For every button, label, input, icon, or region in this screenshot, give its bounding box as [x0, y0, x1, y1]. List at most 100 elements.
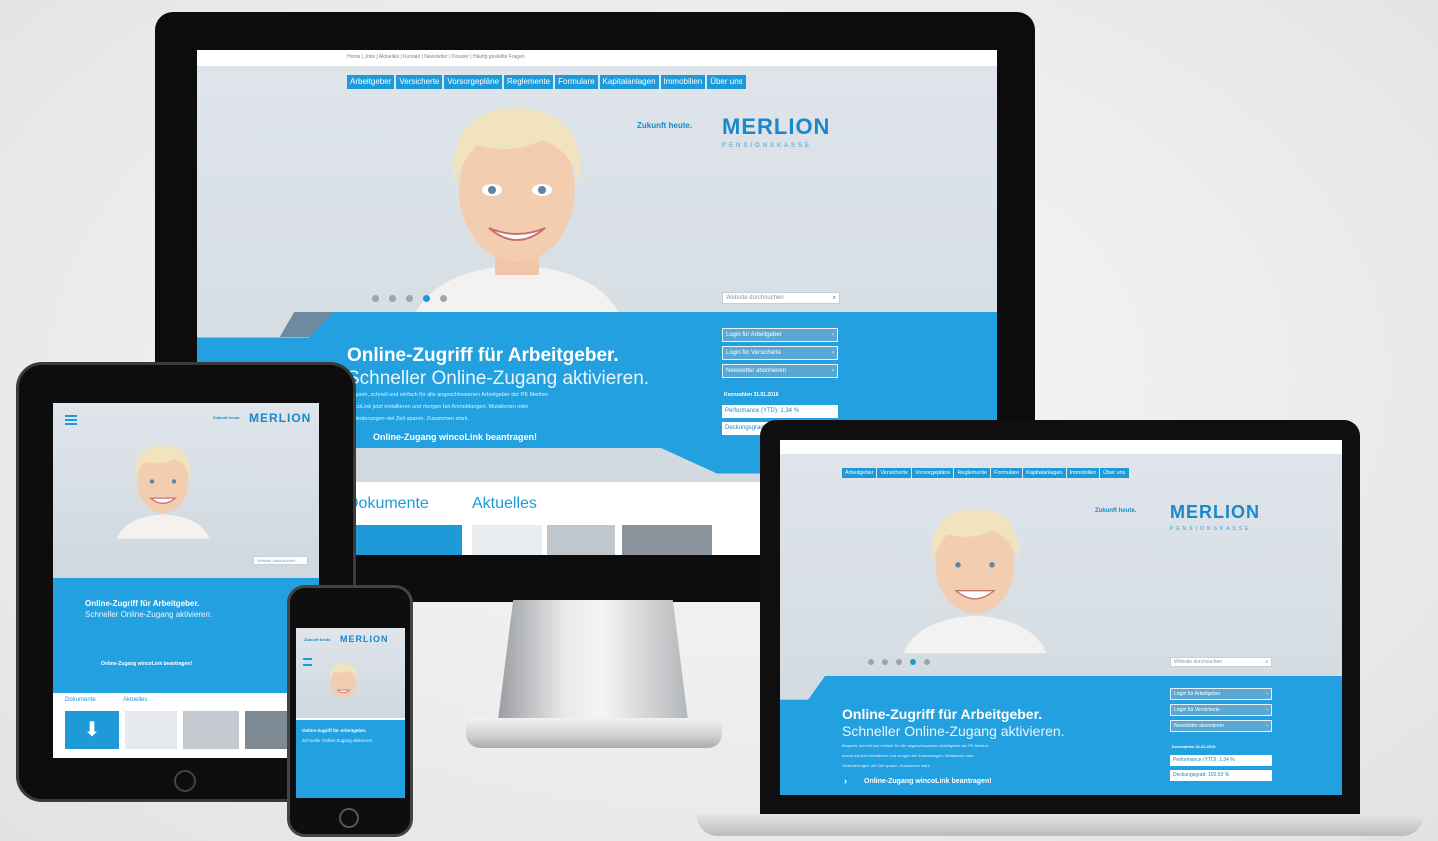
utility-link[interactable]: Häufig gestellte Fragen — [473, 54, 525, 60]
phone-website: Zukunft heute. MERLION Online-Zugriff fü… — [296, 628, 405, 798]
tab-dokumente[interactable]: Dokumente — [347, 495, 429, 513]
logo[interactable]: MERLION — [340, 634, 389, 644]
slider-dot[interactable] — [868, 659, 874, 665]
nav-item-versicherte[interactable]: Versicherte — [396, 75, 443, 89]
slider-dot[interactable] — [389, 295, 396, 302]
slider-dot[interactable] — [406, 295, 413, 302]
phone-home-button — [339, 808, 359, 828]
body-line: wincoLink jetzt installieren und morgen … — [347, 404, 529, 410]
news-tile[interactable] — [183, 711, 239, 749]
hero-portrait — [329, 663, 358, 698]
nav-item-formulare[interactable]: Formulare — [991, 468, 1023, 478]
search-placeholder: Website durchsuchen — [726, 295, 784, 301]
tablet-website: Zukunft heute. MERLION Website durchsuch… — [53, 403, 319, 758]
slogan: Zukunft heute. — [1095, 508, 1137, 514]
news-tile[interactable] — [125, 711, 177, 749]
nav-item-ueber-uns[interactable]: Über uns — [707, 75, 746, 89]
utility-link[interactable]: Dossier — [452, 54, 469, 60]
utility-link[interactable]: Aktuelles — [379, 54, 399, 60]
search-input[interactable]: Website durchsuchen ⌕ — [1170, 657, 1272, 667]
button-label: Newsletter abonnieren — [1174, 723, 1225, 729]
logo[interactable]: MERLION — [249, 411, 311, 425]
body-line: Veränderungen viel Zeit sparen. Zusammen… — [842, 763, 931, 768]
hamburger-menu-icon[interactable] — [303, 658, 312, 666]
nav-item-vorsorgeplaene[interactable]: Vorsorgepläne — [444, 75, 502, 89]
nav-item-immobilien[interactable]: Immobilien — [1066, 468, 1100, 478]
button-label: Login für Versicherte — [726, 350, 782, 356]
stat-performance: Performance (YTD): 1.34 % — [1170, 755, 1272, 766]
nav-item-ueber-uns[interactable]: Über uns — [1100, 468, 1129, 478]
subheadline: Schneller Online-Zugang aktivieren. — [85, 610, 213, 619]
cta-link[interactable]: Online-Zugang wincoLink beantragen! — [864, 778, 992, 785]
headline: Online-Zugriff für Arbeitgeber. — [842, 706, 1043, 722]
utility-link[interactable]: Jobs — [364, 54, 375, 60]
cta-link[interactable]: Online-Zugang wincoLink beantragen! — [101, 661, 192, 667]
news-tile[interactable] — [622, 525, 712, 555]
download-tile[interactable]: ⬇ — [65, 711, 119, 749]
nav-item-kapitalanlagen[interactable]: Kapitalanlagen — [1023, 468, 1066, 478]
slider-dot[interactable] — [896, 659, 902, 665]
nav-item-immobilien[interactable]: Immobilien — [660, 75, 706, 89]
subheadline: Schneller Online-Zugang aktivieren. — [842, 723, 1065, 739]
utility-link[interactable]: Home — [347, 54, 360, 60]
chevron-right-icon: › — [832, 350, 834, 356]
newsletter-button[interactable]: Newsletter abonnieren › — [1170, 720, 1272, 732]
stat-performance: Performance (YTD): 1.34 % — [722, 405, 838, 418]
search-input[interactable]: Website durchsuchen ⌕ — [722, 292, 840, 304]
search-input[interactable]: Website durchsuchen — [253, 556, 308, 565]
stats-date: Kennzahlen 31.01.2016 — [1172, 744, 1216, 749]
utility-link[interactable]: Kontakt — [403, 54, 420, 60]
info-band — [53, 578, 319, 693]
news-tile[interactable] — [472, 525, 542, 555]
tab-dokumente[interactable]: Dokumente — [65, 697, 96, 703]
slider-dot[interactable] — [924, 659, 930, 665]
document-tile[interactable] — [347, 525, 462, 555]
slider-dot[interactable] — [440, 295, 447, 302]
slider-dot-active[interactable] — [910, 659, 916, 665]
body-line: wincoLink jetzt installieren und morgen … — [842, 753, 974, 758]
button-label: Login für Arbeitgeber — [726, 332, 782, 338]
slogan: Zukunft heute. — [304, 637, 332, 642]
slider-dot-active[interactable] — [423, 295, 430, 302]
slider-dot[interactable] — [882, 659, 888, 665]
utility-nav: Home | Jobs | Aktuelles | Kontakt | News… — [347, 54, 525, 60]
nav-item-reglemente[interactable]: Reglemente — [503, 75, 554, 89]
monitor-stand-base — [466, 718, 722, 748]
nav-item-arbeitgeber[interactable]: Arbeitgeber — [347, 75, 395, 89]
nav-item-kapitalanlagen[interactable]: Kapitalanlagen — [599, 75, 659, 89]
news-tile[interactable] — [547, 525, 615, 555]
monitor-stand-neck — [498, 600, 688, 720]
logo[interactable]: MERLION — [722, 114, 830, 140]
cta-link[interactable]: Online-Zugang wincoLink beantragen! — [373, 432, 537, 442]
login-versicherte-button[interactable]: Login für Versicherte › — [722, 346, 838, 360]
hamburger-menu-icon[interactable] — [65, 415, 77, 425]
search-icon[interactable]: ⌕ — [833, 293, 836, 303]
nav-item-reglemente[interactable]: Reglemente — [954, 468, 991, 478]
nav-item-vorsorgeplaene[interactable]: Vorsorgepläne — [911, 468, 954, 478]
login-arbeitgeber-button[interactable]: Login für Arbeitgeber › — [1170, 688, 1272, 700]
body-line: Bequem, schnell und einfach für alle ang… — [347, 392, 550, 398]
cta-arrow-icon[interactable]: › — [844, 776, 847, 786]
logo-subtitle: PENSIONSKASSE — [722, 143, 813, 149]
login-arbeitgeber-button[interactable]: Login für Arbeitgeber › — [722, 328, 838, 342]
nav-item-formulare[interactable]: Formulare — [555, 75, 598, 89]
tab-aktuelles[interactable]: Aktuelles — [472, 495, 537, 513]
tab-aktuelles[interactable]: Aktuelles — [123, 697, 147, 703]
utility-link[interactable]: Newsletter — [424, 54, 448, 60]
subheadline: Schneller Online-Zugang aktivieren. — [302, 738, 374, 743]
nav-item-versicherte[interactable]: Versicherte — [877, 468, 911, 478]
slider-dot[interactable] — [372, 295, 379, 302]
chevron-right-icon: › — [1266, 691, 1268, 697]
search-icon[interactable]: ⌕ — [1265, 658, 1268, 666]
search-placeholder: Website durchsuchen — [257, 558, 296, 563]
nav-item-arbeitgeber[interactable]: Arbeitgeber — [842, 468, 877, 478]
headline: Online-Zugriff für Arbeitgeber. — [85, 599, 200, 608]
chevron-right-icon: › — [1266, 723, 1268, 729]
button-label: Login für Versicherte — [1174, 707, 1220, 713]
stats-date: Kennzahlen 31.01.2016 — [724, 392, 779, 398]
logo[interactable]: MERLION — [1170, 502, 1260, 523]
chevron-right-icon: › — [1266, 707, 1268, 713]
body-line: Bequem, schnell und einfach für alle ang… — [842, 743, 989, 748]
newsletter-button[interactable]: Newsletter abonnieren › — [722, 364, 838, 378]
login-versicherte-button[interactable]: Login für Versicherte › — [1170, 704, 1272, 716]
